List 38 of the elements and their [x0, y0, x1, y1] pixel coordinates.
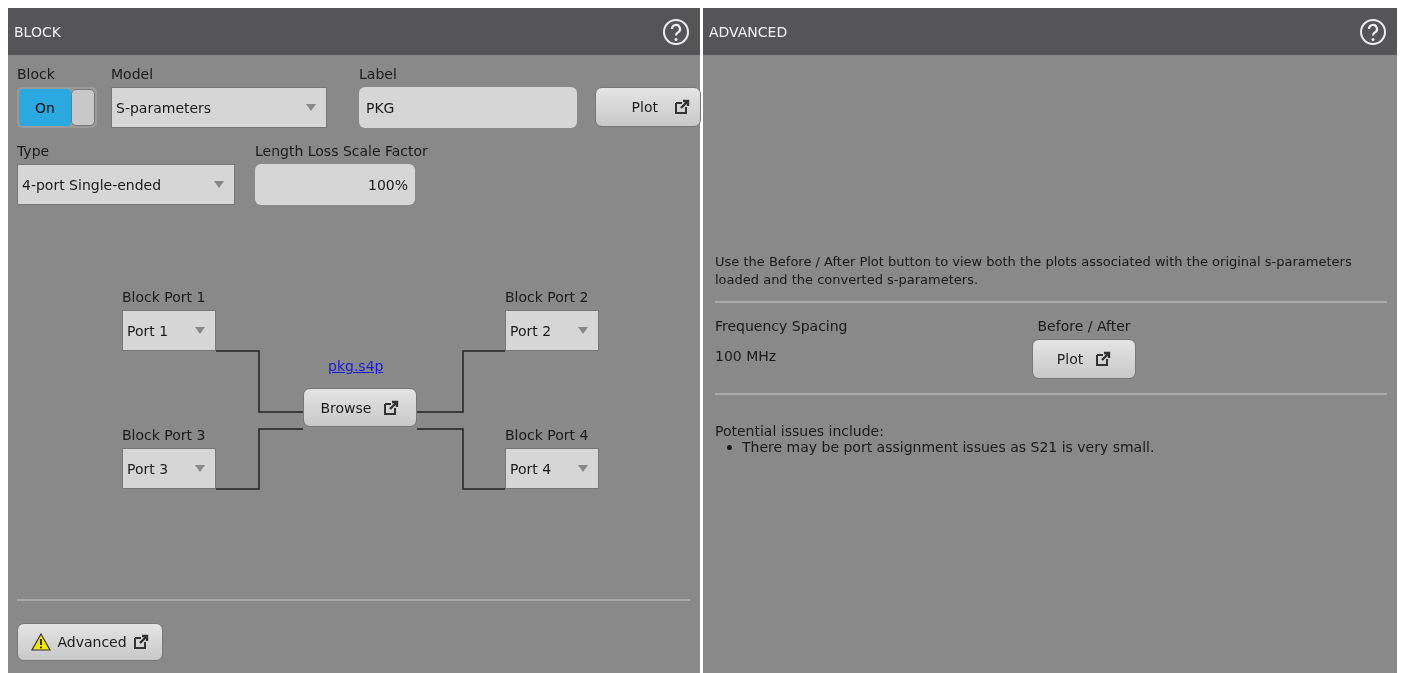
issue-text: There may be port assignment issues as S21 is very small. [742, 439, 1155, 455]
external-link-icon [1095, 351, 1112, 367]
plot-button[interactable]: Plot [595, 87, 701, 127]
length-loss-input-field[interactable]: 100% [255, 164, 415, 205]
label-input-field[interactable]: PKG [359, 87, 577, 128]
external-link-icon [674, 99, 690, 115]
help-icon[interactable] [662, 17, 690, 46]
port-label: Block Port 3 [122, 426, 207, 444]
port-dropdown[interactable]: Port 4 [505, 448, 599, 489]
port-dropdown[interactable]: Port 3 [122, 448, 216, 489]
external-link-icon [132, 634, 149, 650]
panel-title: BLOCK [14, 23, 61, 40]
warning-icon [31, 633, 52, 651]
field-label: Block [17, 65, 56, 83]
field-label: Model [111, 65, 155, 83]
panel-title: ADVANCED [709, 23, 788, 40]
port-dropdown[interactable]: Port 1 [122, 310, 216, 351]
field-label: Before / After [1037, 317, 1131, 335]
frequency-value: 100 MHz [715, 348, 778, 364]
port-label: Block Port 4 [505, 426, 590, 444]
model-dropdown[interactable]: S-parameters [111, 87, 327, 128]
field-label: Label [359, 65, 398, 83]
type-dropdown[interactable]: 4-port Single-ended [17, 164, 235, 205]
description-text: Use the Before / After Plot button to view both the plots associated with the original s-parameters loaded and the converted s-parameters. [715, 253, 1353, 289]
block-toggle[interactable]: On [17, 87, 97, 128]
port-label: Block Port 2 [505, 288, 590, 306]
field-label: Frequency Spacing [715, 317, 849, 335]
external-link-icon [383, 399, 400, 416]
issues-heading: Potential issues include: [715, 423, 885, 439]
field-label: Length Loss Scale Factor [255, 142, 428, 160]
bullet-icon [727, 444, 732, 450]
port-dropdown[interactable]: Port 2 [505, 310, 599, 351]
advanced-button[interactable]: Advanced [17, 623, 163, 661]
field-label: Type [17, 142, 51, 160]
plot-button[interactable]: Plot [1032, 339, 1136, 379]
browse-button[interactable]: Browse [303, 388, 417, 427]
port-label: Block Port 1 [122, 288, 207, 306]
help-icon[interactable] [1359, 17, 1387, 46]
